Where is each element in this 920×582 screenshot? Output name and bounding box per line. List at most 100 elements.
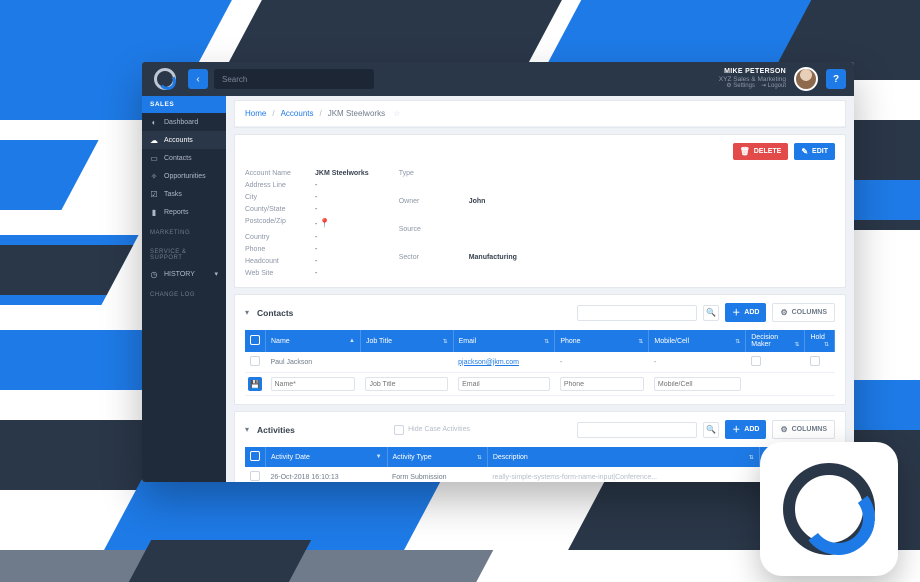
sidebar-item-label: Contacts [164,155,192,162]
cell-type: Form Submission [387,467,487,482]
value-county: - [315,206,369,213]
contacts-search-button[interactable]: 🔍 [703,305,719,321]
favorite-icon[interactable]: ☆ [393,109,400,118]
table-row[interactable]: Paul Jackson pjackson@jkm.com - - [245,352,835,373]
plus-icon: ＋ [732,424,740,435]
label-phone: Phone [245,246,305,253]
input-name[interactable] [271,377,356,391]
cell-desc: really-simple-systems-form-name-input|Co… [487,467,759,482]
activities-card: ▾ Activities Hide Case Activities 🔍 ＋ADD… [234,411,846,482]
label-owner: Owner [399,198,459,221]
th-phone[interactable]: Phone⇅ [555,330,649,352]
sidebar-item-tasks[interactable]: ☑Tasks [142,185,226,203]
th-select[interactable] [245,330,266,352]
contacts-columns-button[interactable]: ⚙COLUMNS [772,303,835,322]
crumb-current: JKM Steelworks [328,109,385,118]
collapse-icon[interactable]: ▾ [245,425,249,434]
map-pin-icon[interactable]: 📍 [319,218,330,228]
sidebar-item-opportunities[interactable]: ✧Opportunities [142,167,226,185]
value-source [469,226,517,249]
sidebar-item-history[interactable]: ◷ HISTORY ▾ [142,265,226,283]
th-hold[interactable]: Hold⇅ [805,330,835,352]
th-mobile[interactable]: Mobile/Cell⇅ [649,330,746,352]
cell-dm[interactable] [751,356,761,366]
top-bar: ‹ MIKE PETERSON XYZ Sales & Marketing ⚙ … [142,62,854,96]
global-search-input[interactable] [214,69,374,89]
gauge-icon: ◐ [150,118,158,126]
input-phone[interactable] [560,377,644,391]
app-window: ‹ MIKE PETERSON XYZ Sales & Marketing ⚙ … [142,62,854,482]
th-name[interactable]: Name▲ [266,330,361,352]
crumb-home[interactable]: Home [245,109,266,118]
input-email[interactable] [458,377,550,391]
row-checkbox[interactable] [250,471,260,481]
table-row[interactable]: 26-Oct-2018 16:10:13 Form Submission rea… [245,467,835,482]
label-headcount: Headcount [245,258,305,265]
crumb-accounts[interactable]: Accounts [281,109,314,118]
activities-add-button[interactable]: ＋ADD [725,420,766,439]
gear-icon: ⚙ [780,308,787,317]
avatar[interactable] [794,67,818,91]
sidebar-item-label: HISTORY [164,271,195,278]
sidebar: SALES ◐Dashboard ☁Accounts ▭Contacts ✧Op… [142,62,226,482]
value-owner: John [469,198,517,221]
th-job[interactable]: Job Title⇅ [360,330,453,352]
sidebar-heading-service[interactable]: SERVICE & SUPPORT [142,240,226,265]
row-checkbox[interactable] [250,356,260,366]
input-job[interactable] [365,377,448,391]
activities-search-button[interactable]: 🔍 [703,422,719,438]
save-row-button[interactable]: 💾 [248,377,262,391]
gear-icon: ⚙ [780,425,787,434]
activities-table: Activity Date▼ Activity Type⇅ Descriptio… [245,447,835,482]
sidebar-item-dashboard[interactable]: ◐Dashboard [142,113,226,131]
value-account-name: JKM Steelworks [315,170,369,177]
pencil-icon: ✎ [801,147,808,156]
sidebar-item-contacts[interactable]: ▭Contacts [142,149,226,167]
cell-email[interactable]: pjackson@jkm.com [458,359,519,366]
contacts-table: Name▲ Job Title⇅ Email⇅ Phone⇅ Mobile/Ce… [245,330,835,396]
cell-hold[interactable] [810,356,820,366]
delete-button[interactable]: 🗑DELETE [733,143,789,160]
save-icon: 💾 [250,380,260,389]
settings-link[interactable]: ⚙ Settings [726,83,755,90]
clock-icon: ◷ [150,270,158,278]
main-content: Home/ Accounts/ JKM Steelworks ☆ 🗑DELETE… [226,62,854,482]
value-website: - [315,270,369,277]
activities-search-input[interactable] [577,422,697,438]
edit-button[interactable]: ✎EDIT [794,143,835,160]
chevron-down-icon: ▾ [214,270,218,278]
th-desc[interactable]: Description⇅ [487,447,759,467]
sidebar-item-reports[interactable]: ▮Reports [142,203,226,221]
contacts-add-button[interactable]: ＋ADD [725,303,766,322]
label-type: Type [399,170,459,193]
logout-link[interactable]: ⇥ Logout [761,83,786,90]
value-address: - [315,182,369,189]
plus-icon: ＋ [732,307,740,318]
sidebar-item-changelog[interactable]: CHANGE LOG [142,283,226,302]
logo-ring-icon [783,463,875,555]
user-block: MIKE PETERSON XYZ Sales & Marketing ⚙ Se… [719,67,854,91]
check-icon: ☑ [150,190,158,198]
sidebar-heading-marketing[interactable]: MARKETING [142,221,226,240]
label-city: City [245,194,305,201]
activities-columns-button[interactable]: ⚙COLUMNS [772,420,835,439]
help-button[interactable]: ? [826,69,846,89]
sidebar-item-accounts[interactable]: ☁Accounts [142,131,226,149]
product-logo-badge [760,442,898,576]
input-mobile[interactable] [654,377,741,391]
contacts-search-input[interactable] [577,305,697,321]
th-select[interactable] [245,447,266,467]
value-country: - [315,234,369,241]
hide-case-toggle[interactable]: Hide Case Activities [394,425,470,435]
th-date[interactable]: Activity Date▼ [266,447,388,467]
label-source: Source [399,226,459,249]
cell-job [360,352,453,373]
collapse-icon[interactable]: ▾ [245,308,249,317]
button-label: DELETE [754,148,782,155]
contacts-title: Contacts [257,308,293,318]
activities-title: Activities [257,425,295,435]
th-email[interactable]: Email⇅ [453,330,555,352]
back-button[interactable]: ‹ [188,69,208,89]
th-type[interactable]: Activity Type⇅ [387,447,487,467]
th-dm[interactable]: Decision Maker⇅ [746,330,805,352]
